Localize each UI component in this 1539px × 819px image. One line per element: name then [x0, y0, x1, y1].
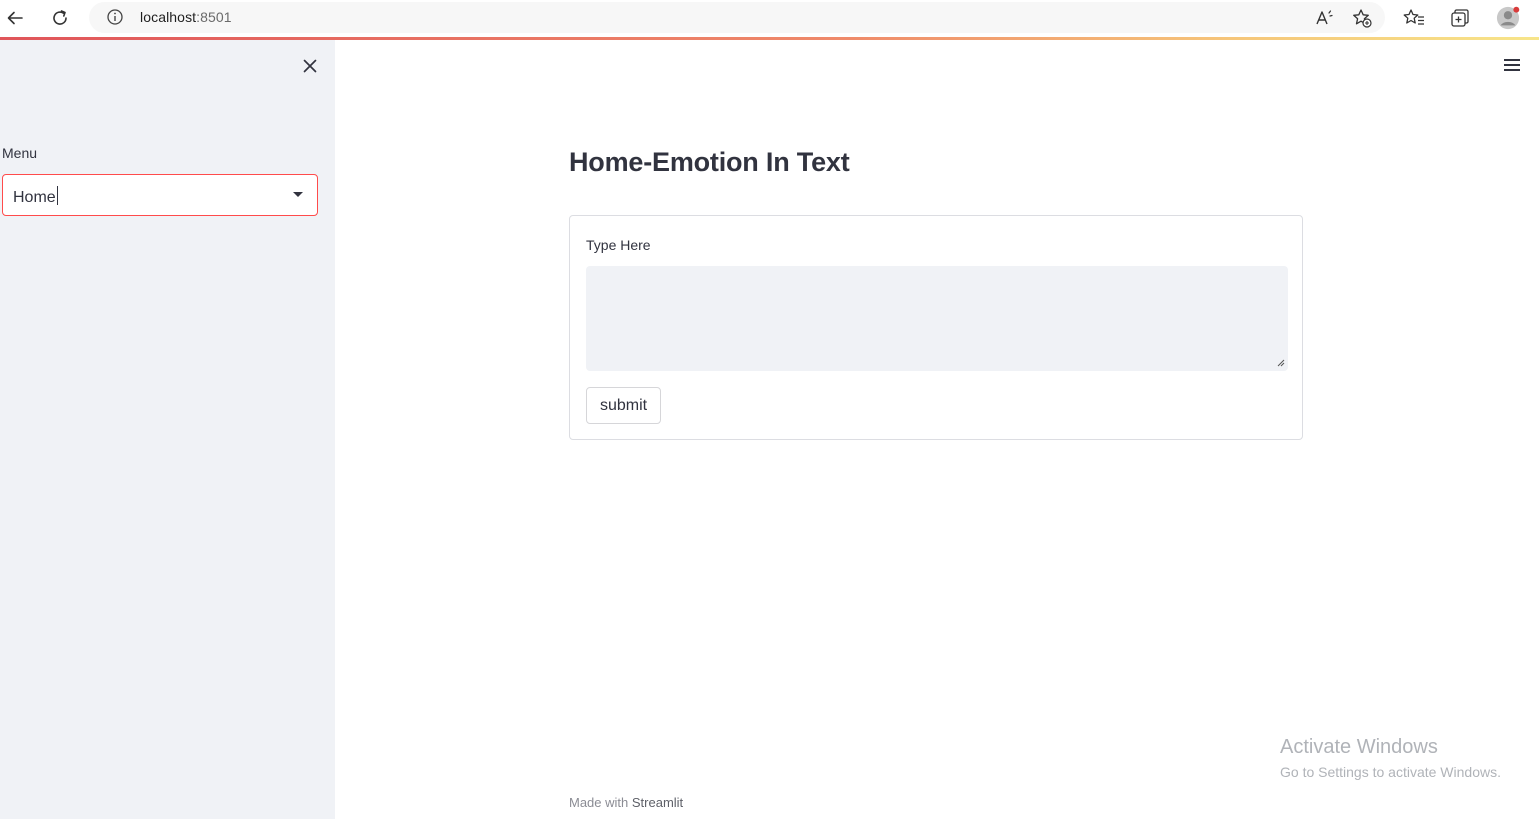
read-aloud-button[interactable]: [1312, 6, 1336, 30]
footer: Made with Streamlit: [569, 795, 683, 810]
activate-windows-title: Activate Windows: [1280, 736, 1438, 758]
address-bar[interactable]: [89, 2, 1385, 33]
url-port: :8501: [196, 9, 232, 25]
page-title: Home-Emotion In Text: [569, 147, 850, 177]
sidebar-close-button[interactable]: [300, 56, 320, 76]
streamlit-link[interactable]: Streamlit: [632, 795, 683, 810]
profile-button[interactable]: [1496, 6, 1520, 30]
emotion-text-input[interactable]: [586, 266, 1288, 371]
submit-button[interactable]: submit: [586, 387, 661, 424]
text-field-label: Type Here: [586, 237, 651, 253]
close-icon: [303, 59, 317, 73]
back-arrow-icon: [7, 11, 23, 25]
favorites-icon: [1403, 9, 1424, 25]
menu-select-value[interactable]: Home: [13, 186, 58, 207]
url-host: localhost: [140, 9, 197, 25]
browser-toolbar: localhost:8501: [0, 0, 1539, 37]
refresh-button[interactable]: [46, 4, 74, 32]
main-menu-button[interactable]: [1502, 56, 1522, 74]
back-button[interactable]: [1, 4, 29, 32]
menu-label: Menu: [2, 145, 38, 161]
footer-prefix: Made with: [569, 795, 629, 810]
url-text[interactable]: localhost:8501: [140, 9, 232, 25]
profile-icon: [1496, 6, 1520, 30]
info-icon[interactable]: [106, 8, 124, 26]
text-cursor: [56, 186, 58, 205]
menu-select[interactable]: Home: [2, 174, 318, 216]
collections-icon: [1451, 9, 1469, 27]
emotion-form: Type Here submit: [569, 215, 1303, 440]
menu-select-text: Home: [13, 189, 56, 206]
chevron-down-icon[interactable]: [293, 192, 303, 197]
resize-handle-icon[interactable]: [1275, 357, 1285, 367]
activate-windows-subtitle: Go to Settings to activate Windows.: [1280, 764, 1501, 780]
read-aloud-icon: [1316, 10, 1333, 25]
add-favorite-icon: [1353, 9, 1372, 28]
refresh-icon: [53, 10, 67, 25]
sidebar: Menu Home: [0, 40, 335, 819]
collections-button[interactable]: [1448, 6, 1472, 30]
add-favorite-button[interactable]: [1350, 6, 1374, 30]
favorites-button[interactable]: [1402, 6, 1426, 30]
